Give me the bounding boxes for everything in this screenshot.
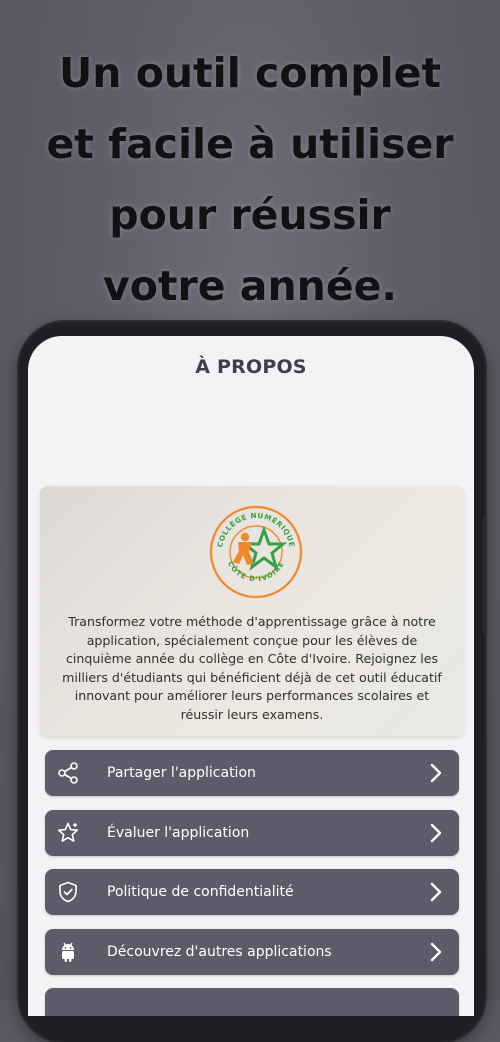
phone-side-button (483, 515, 487, 635)
rate-app-label: Évaluer l'application (107, 825, 250, 841)
chevron-right-icon (427, 881, 445, 903)
star-rate-icon (56, 821, 80, 845)
more-apps-button[interactable]: Découvrez d'autres applications (45, 929, 459, 975)
page-title: À PROPOS (195, 356, 307, 378)
chevron-right-icon (427, 822, 445, 844)
share-icon (56, 761, 80, 785)
headline-line-3: pour réussir (109, 191, 391, 239)
android-icon (56, 940, 80, 964)
chevron-right-icon (427, 762, 445, 784)
privacy-policy-label: Politique de confidentialité (107, 884, 294, 900)
shield-icon (56, 880, 80, 904)
share-app-button[interactable]: Partager l'application (45, 750, 459, 796)
college-numerique-logo-icon: COLLÈGE NUMÉRIQUE CÔTE D'IVOIRE (209, 505, 303, 599)
rate-app-button[interactable]: Évaluer l'application (45, 810, 459, 856)
headline-line-4: votre année. (102, 262, 398, 310)
promo-headline: Un outil complet et facile à utiliser po… (0, 38, 500, 322)
about-card: COLLÈGE NUMÉRIQUE CÔTE D'IVOIRE Transfor… (40, 486, 464, 736)
headline-line-1: Un outil complet (58, 49, 442, 97)
menu-item-partial[interactable] (45, 988, 459, 1016)
chevron-right-icon (427, 941, 445, 963)
phone-screen: À PROPOS COLLÈGE NUMÉRIQUE CÔTE D'IVOIRE… (28, 336, 474, 1016)
more-apps-label: Découvrez d'autres applications (107, 944, 332, 960)
headline-line-2: et facile à utiliser (46, 120, 454, 168)
privacy-policy-button[interactable]: Politique de confidentialité (45, 869, 459, 915)
about-description: Transformez votre méthode d'apprentissag… (62, 614, 442, 722)
share-app-label: Partager l'application (107, 765, 256, 781)
